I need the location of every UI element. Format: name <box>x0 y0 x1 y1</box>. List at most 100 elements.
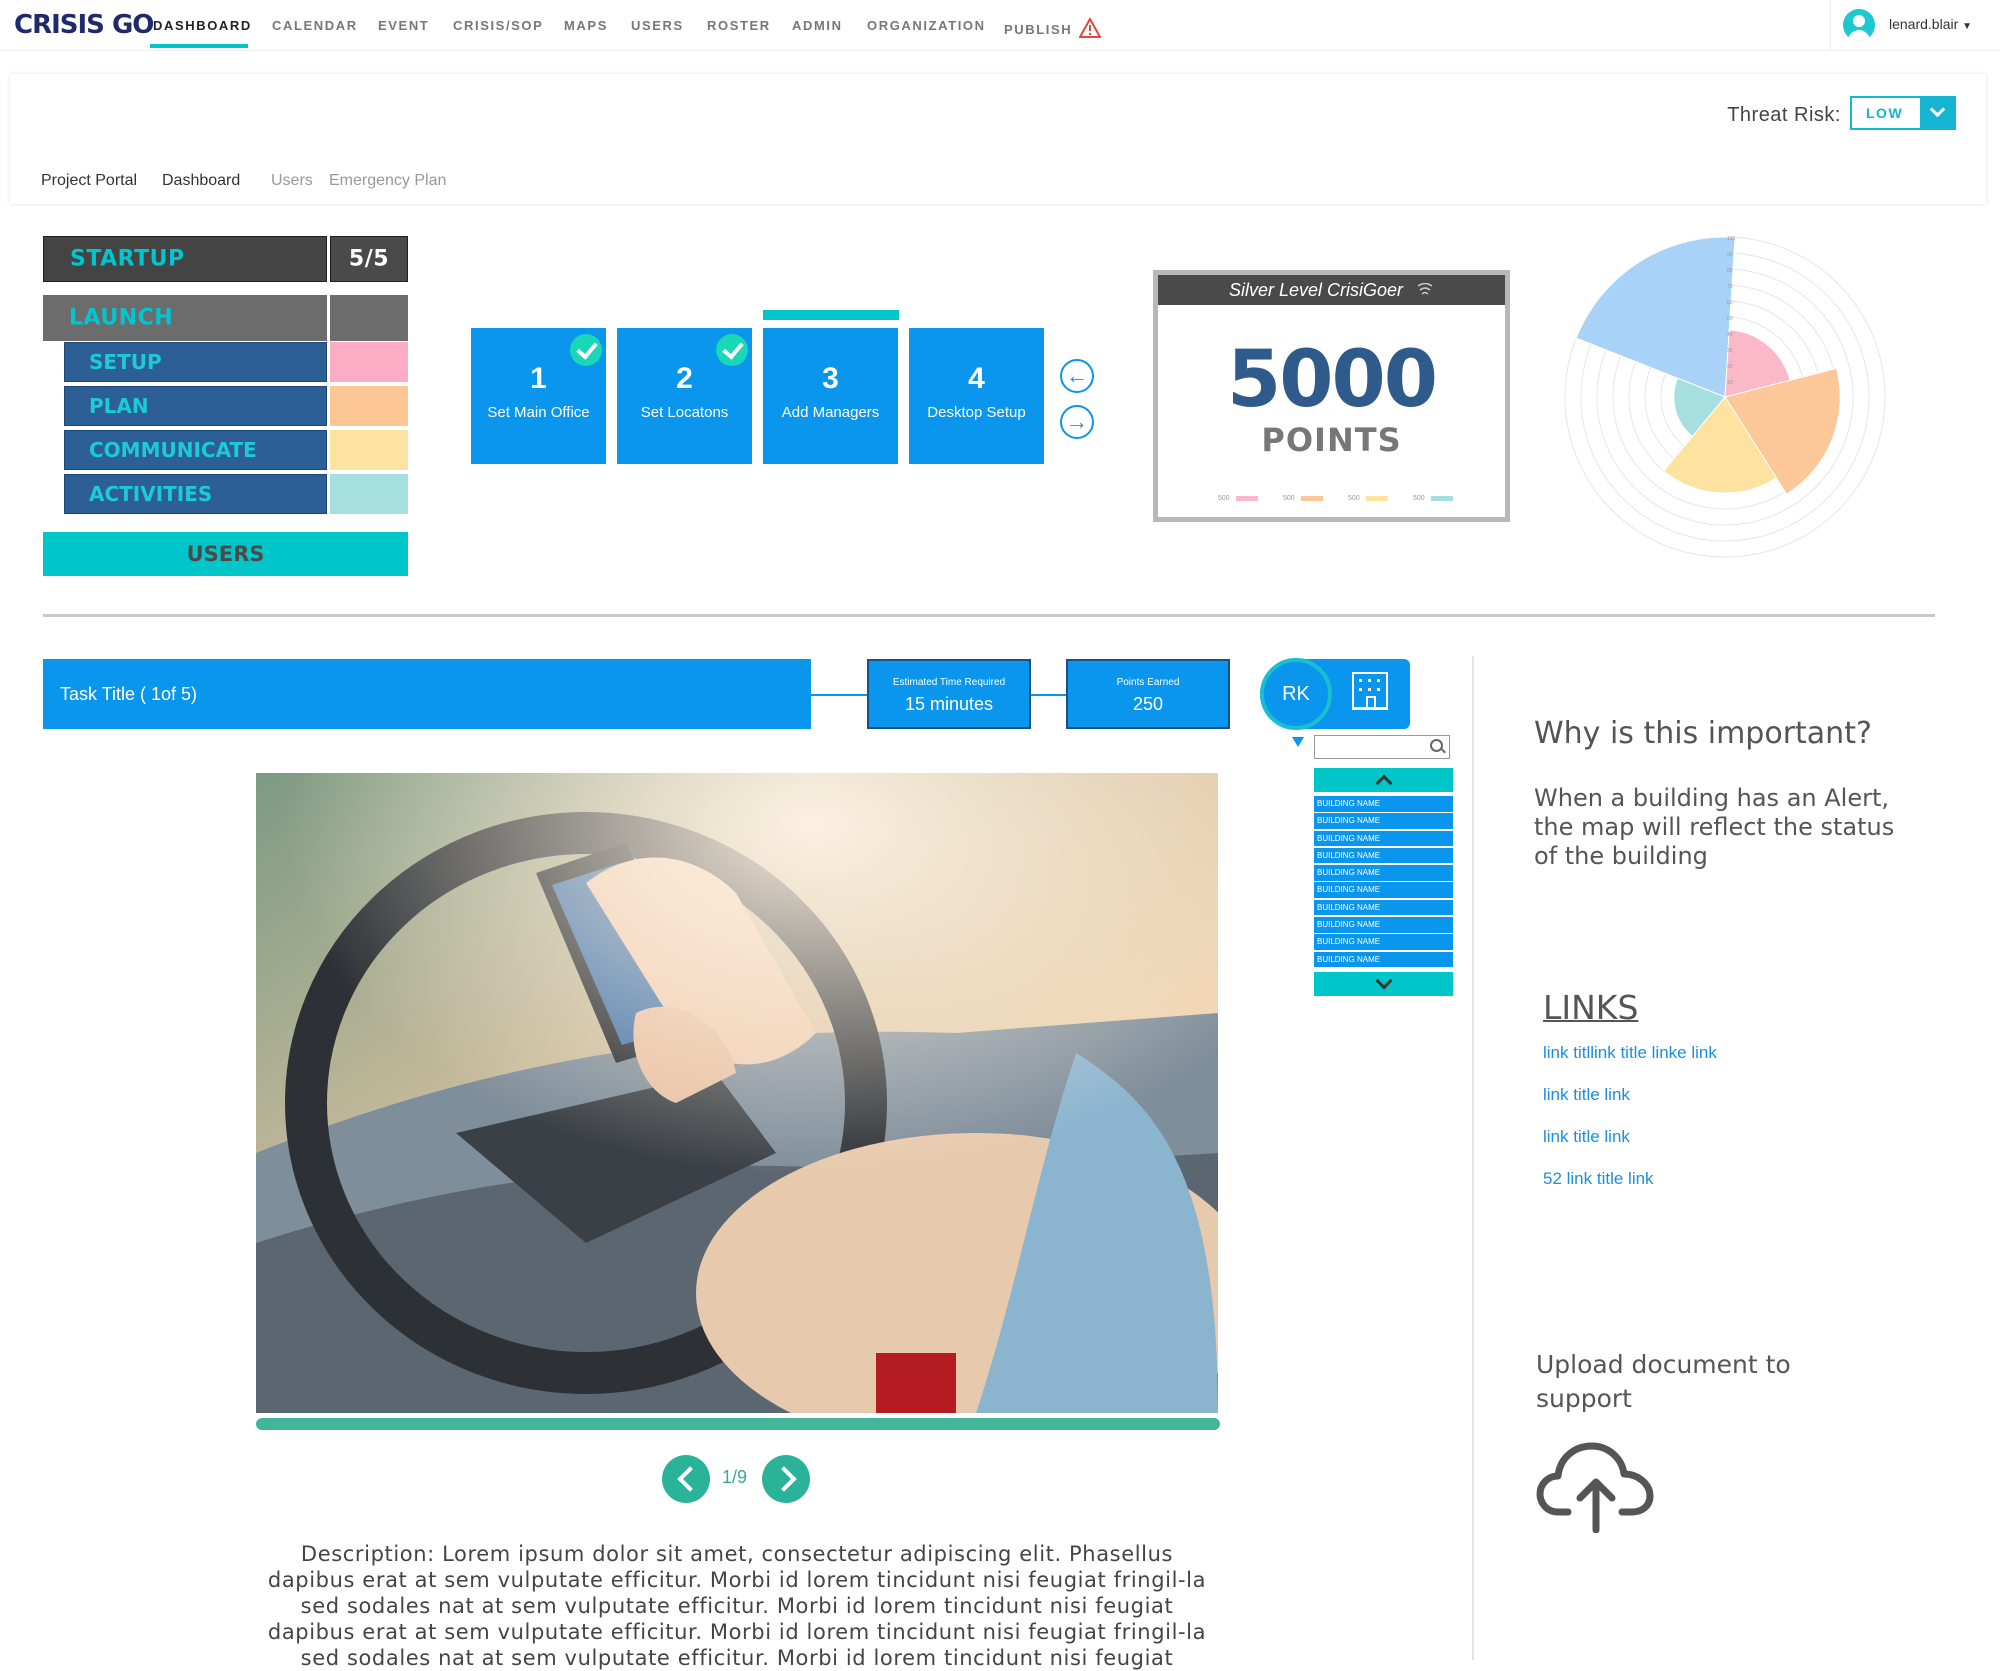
list-item[interactable]: BUILDING NAME <box>1314 882 1453 898</box>
substage-plan[interactable]: PLAN <box>64 386 327 426</box>
list-item[interactable]: BUILDING NAME <box>1314 813 1453 829</box>
substage-communicate[interactable]: COMMUNICATE <box>64 430 327 470</box>
caret-down-icon[interactable] <box>1292 737 1304 747</box>
estimated-time-label: Estimated Time Required <box>892 677 1006 688</box>
chart-tick-label: 10 <box>1727 380 1733 386</box>
nav-admin[interactable]: ADMIN <box>792 18 843 33</box>
user-menu[interactable]: lenard.blair ▼ <box>1830 0 2000 50</box>
connector-line <box>1031 694 1067 696</box>
link-item[interactable]: link title link <box>1543 1127 1630 1147</box>
task-image <box>256 773 1218 1413</box>
link-item[interactable]: link title link <box>1543 1085 1630 1105</box>
link-item[interactable]: 52 link title link <box>1543 1169 1654 1189</box>
chart-tick-label: 30 <box>1727 348 1733 354</box>
chart-tick-label: 100 <box>1727 236 1736 242</box>
step-label: Add Managers <box>781 404 880 421</box>
next-button[interactable] <box>762 1455 810 1503</box>
stage-launch-label: LAUNCH <box>69 305 174 331</box>
chart-tick-label: 70 <box>1727 284 1733 290</box>
search-icon[interactable] <box>1430 739 1443 752</box>
cloud-upload-icon[interactable] <box>1536 1438 1656 1533</box>
nav-event[interactable]: EVENT <box>378 18 429 33</box>
why-important-title: Why is this important? <box>1534 716 1872 751</box>
threat-risk-select[interactable]: LOW <box>1850 96 1956 130</box>
page-indicator: 1/9 <box>722 1467 748 1487</box>
step-4-tile[interactable]: 4 Desktop Setup <box>909 328 1044 464</box>
list-item[interactable]: BUILDING NAME <box>1314 847 1453 864</box>
nav-calendar[interactable]: CALENDAR <box>272 18 358 33</box>
stage-startup[interactable]: STARTUP <box>43 236 327 282</box>
points-value: 5000 <box>1226 335 1438 425</box>
list-item[interactable]: BUILDING NAME <box>1314 796 1453 812</box>
step-number: 2 <box>676 362 693 395</box>
list-item[interactable]: BUILDING NAME <box>1314 951 1453 968</box>
list-item[interactable]: BUILDING NAME <box>1314 830 1453 847</box>
step-3-tile[interactable]: 3 Add Managers <box>763 328 898 464</box>
stage-startup-label: STARTUP <box>70 246 185 272</box>
substage-setup[interactable]: SETUP <box>64 342 327 382</box>
nav-publish[interactable]: PUBLISH <box>1004 16 1103 38</box>
breadcrumb-dashboard[interactable]: Dashboard <box>162 172 240 190</box>
stage-startup-count: 5/5 <box>330 236 408 282</box>
scroll-up-button[interactable] <box>1314 768 1453 792</box>
step-number: 1 <box>530 362 547 395</box>
breadcrumb-users[interactable]: Users <box>271 172 313 190</box>
assignee-tab[interactable]: RK <box>1260 658 1410 730</box>
list-item[interactable]: BUILDING NAME <box>1314 934 1453 950</box>
building-icon[interactable] <box>1352 672 1388 710</box>
step-label: Desktop Setup <box>927 404 1026 421</box>
nav-dashboard[interactable]: DASHBOARD <box>153 18 252 33</box>
user-initials-avatar[interactable]: RK <box>1260 658 1332 730</box>
nav-maps[interactable]: MAPS <box>564 18 608 33</box>
crisisgo-logo[interactable]: CRISIS GO <box>14 10 154 40</box>
list-item[interactable]: BUILDING NAME <box>1314 917 1453 933</box>
breadcrumb-emergency-plan[interactable]: Emergency Plan <box>329 172 446 190</box>
chart-slice-1 <box>1575 236 1736 398</box>
step-1-tile[interactable]: 1 Set Main Office <box>471 328 606 464</box>
top-navigation-bar: CRISIS GO DASHBOARD CALENDAR EVENT CRISI… <box>0 0 2000 51</box>
breadcrumb-project-portal[interactable]: Project Portal <box>41 172 137 190</box>
threat-risk-label: Threat Risk: <box>1727 104 1841 126</box>
users-stage-button[interactable]: USERS <box>43 532 408 576</box>
estimated-time-box: Estimated Time Required 15 minutes <box>867 659 1031 729</box>
task-title-bar: Task Title ( 1of 5) <box>43 659 811 729</box>
list-item[interactable]: BUILDING NAME <box>1314 899 1453 916</box>
link-item[interactable]: link titllink title linke link <box>1543 1043 1717 1063</box>
chevron-down-icon[interactable] <box>1920 96 1956 130</box>
nav-organization[interactable]: ORGANIZATION <box>867 18 986 33</box>
substage-activities[interactable]: ACTIVITIES <box>64 474 327 514</box>
chart-tick-label: 40 <box>1727 332 1733 338</box>
arrow-left-icon[interactable]: ← <box>1060 359 1094 393</box>
step-2-tile[interactable]: 2 Set Locatons <box>617 328 752 464</box>
nav-active-indicator <box>150 44 248 48</box>
scroll-down-button[interactable] <box>1314 972 1453 996</box>
threat-risk-value: LOW <box>1866 105 1904 121</box>
nav-roster[interactable]: ROSTER <box>707 18 771 33</box>
substage-setup-label: SETUP <box>89 350 162 374</box>
connector-line <box>811 694 868 696</box>
substage-activities-label: ACTIVITIES <box>89 482 213 506</box>
points-earned-box: Points Earned 250 <box>1066 659 1230 729</box>
substage-activities-swatch <box>330 474 408 514</box>
signal-icon <box>1417 282 1433 295</box>
previous-button[interactable] <box>662 1455 710 1503</box>
chevron-down-icon: ▼ <box>1962 21 1973 32</box>
user-name: lenard.blair ▼ <box>1889 16 1973 32</box>
arrow-right-icon[interactable]: → <box>1060 405 1094 439</box>
chart-tick-label: 60 <box>1727 300 1733 306</box>
nav-users[interactable]: USERS <box>631 18 684 33</box>
chart-tick-label: 20 <box>1727 364 1733 370</box>
mini-legend-item: 500 <box>1348 495 1388 502</box>
nav-crisis-sop[interactable]: CRISIS/SOP <box>453 18 543 33</box>
chart-tick-label: 90 <box>1727 252 1733 258</box>
mini-legend-item: 500 <box>1283 495 1323 502</box>
points-card: Silver Level CrisiGoer 5000 POINTS 500 5… <box>1153 270 1510 522</box>
stage-launch[interactable]: LAUNCH <box>43 295 327 341</box>
step-label: Set Locatons <box>640 404 729 421</box>
points-earned-value: 250 <box>1132 694 1164 714</box>
building-search-input[interactable] <box>1314 735 1450 759</box>
current-step-indicator <box>763 310 899 320</box>
list-item[interactable]: BUILDING NAME <box>1314 865 1453 881</box>
substage-plan-swatch <box>330 386 408 426</box>
panel-divider <box>1472 656 1474 1660</box>
